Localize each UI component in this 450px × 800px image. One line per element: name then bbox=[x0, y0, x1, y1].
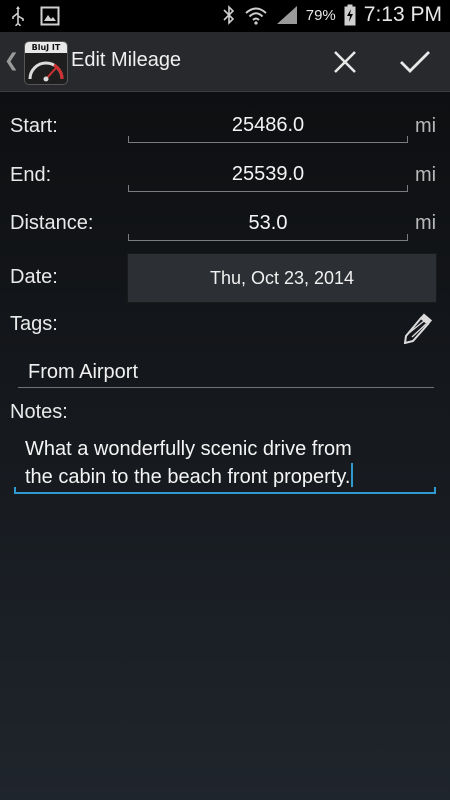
notes-line-1: What a wonderfully scenic drive from bbox=[25, 438, 352, 460]
wifi-icon bbox=[245, 7, 267, 25]
status-bar: 79% 7:13 PM bbox=[0, 0, 450, 32]
notes-line-2-text: the cabin to the beach front property. bbox=[25, 466, 351, 488]
page-title: Edit Mileage bbox=[71, 49, 182, 71]
tags-field[interactable]: From Airport bbox=[18, 356, 434, 388]
battery-charging-icon bbox=[344, 4, 356, 26]
text-caret bbox=[351, 463, 354, 487]
start-unit: mi bbox=[415, 115, 437, 137]
save-button[interactable] bbox=[395, 42, 435, 82]
app-logo[interactable]: BluJ IT bbox=[24, 41, 68, 85]
signal-icon bbox=[276, 6, 297, 24]
close-icon bbox=[334, 51, 356, 73]
speedometer-icon bbox=[28, 61, 64, 82]
edit-tags-button[interactable] bbox=[402, 312, 434, 345]
notes-field[interactable]: What a wonderfully scenic drive from the… bbox=[14, 436, 436, 494]
usb-icon bbox=[12, 6, 24, 26]
distance-label: Distance: bbox=[10, 212, 94, 234]
discard-button[interactable] bbox=[325, 42, 365, 82]
date-label: Date: bbox=[10, 266, 58, 288]
battery-percent: 79% bbox=[305, 6, 336, 24]
notes-line-2: the cabin to the beach front property. bbox=[25, 463, 436, 491]
end-unit: mi bbox=[415, 164, 437, 186]
check-icon bbox=[400, 51, 430, 73]
date-picker-button[interactable]: Thu, Oct 23, 2014 bbox=[127, 253, 437, 303]
bluetooth-icon bbox=[223, 5, 234, 25]
image-icon bbox=[40, 6, 60, 26]
distance-field[interactable]: 53.0 bbox=[128, 206, 408, 241]
end-label: End: bbox=[10, 164, 52, 186]
app-logo-text: BluJ IT bbox=[25, 42, 67, 53]
action-bar: ❮ BluJ IT Edit Mileage bbox=[0, 32, 450, 92]
tags-label: Tags: bbox=[10, 313, 58, 335]
clock: 7:13 PM bbox=[363, 3, 442, 26]
notes-label: Notes: bbox=[10, 401, 68, 423]
start-label: Start: bbox=[10, 115, 58, 137]
up-navigation-icon[interactable]: ❮ bbox=[4, 50, 19, 71]
start-odometer-field[interactable]: 25486.0 bbox=[128, 108, 408, 143]
distance-unit: mi bbox=[415, 212, 437, 234]
pencil-icon bbox=[403, 313, 433, 345]
end-odometer-field[interactable]: 25539.0 bbox=[128, 157, 408, 192]
